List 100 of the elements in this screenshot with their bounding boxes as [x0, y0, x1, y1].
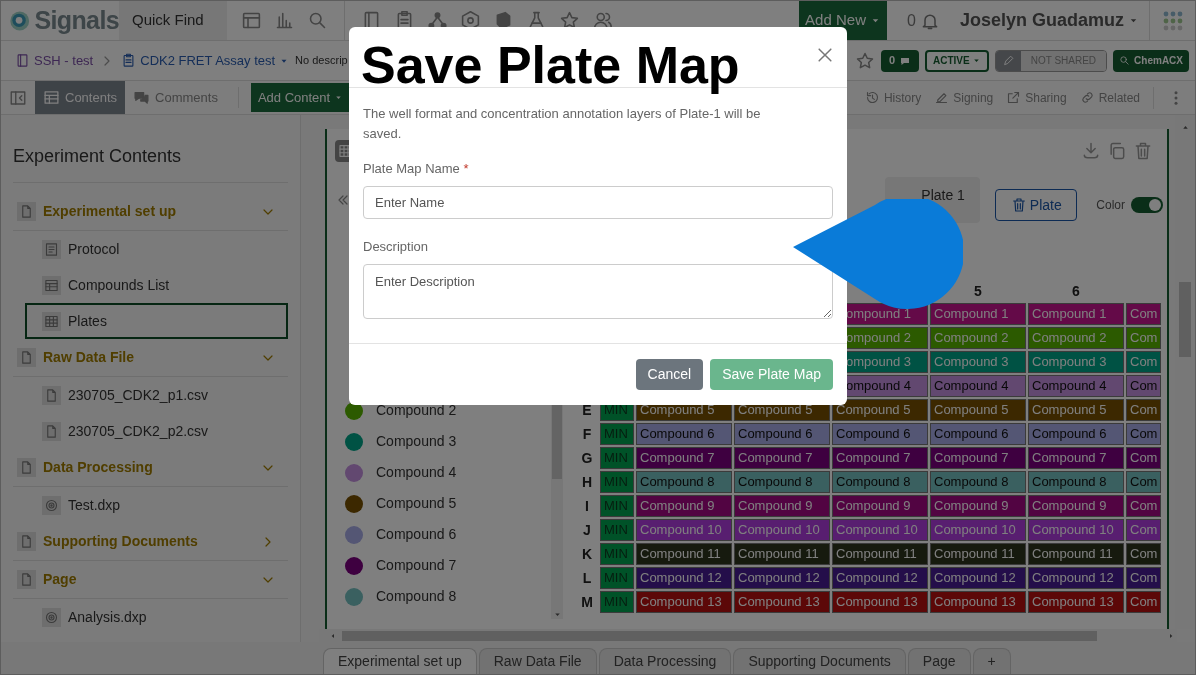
column-header: 6 — [1071, 281, 1081, 301]
row-header: M — [580, 592, 594, 612]
comments-badge[interactable]: 0 — [880, 49, 920, 72]
plate-well: Compound 13 — [832, 591, 928, 613]
plate-well: Compound 9 — [734, 495, 830, 517]
plate-well: Compound 3 — [930, 351, 1026, 373]
sidebar-item[interactable]: 230705_CDK2_p1.csv — [25, 377, 288, 413]
sidebar-item[interactable]: 230705_CDK2_p2.csv — [25, 413, 288, 449]
plate-well: Compound 6 — [832, 423, 928, 445]
plate-well: Com — [1126, 495, 1161, 517]
plate-well: Compound 12 — [734, 567, 830, 589]
plate-well: Compound 5 — [1028, 399, 1124, 421]
plate-well: Compound 10 — [636, 519, 732, 541]
row-header: F — [581, 424, 593, 444]
add-content-button[interactable]: Add Content — [250, 83, 351, 112]
toggle-label: Color — [1096, 197, 1125, 214]
status-dropdown[interactable]: ACTIVE — [925, 49, 989, 72]
name-field[interactable]: Enter Name — [363, 185, 833, 219]
plate-well: Com — [1126, 543, 1161, 565]
user-menu[interactable]: Joselyn Guadamuz — [959, 1, 1149, 40]
plate-well: Compound 1 — [930, 303, 1026, 325]
description-text: No descrip — [295, 53, 348, 69]
cancel-button[interactable]: Cancel — [635, 359, 704, 390]
sheet-tab[interactable]: Data Processing — [598, 648, 732, 674]
section-header[interactable]: Data Processing — [13, 449, 288, 487]
plate-well: Compound 8 — [930, 471, 1026, 493]
plate-well: Compound 7 — [832, 447, 928, 469]
sidebar-title: Experiment Contents — [13, 115, 288, 183]
plate-well: Compound 12 — [930, 567, 1026, 589]
section-header[interactable]: Raw Data File — [13, 339, 288, 377]
row-header: K — [580, 544, 594, 564]
plate-well: Com — [1126, 303, 1161, 325]
plate-well: Compound 13 — [636, 591, 732, 613]
toolbar-action[interactable]: Signing — [934, 88, 994, 107]
plate-well: Com — [1126, 351, 1161, 373]
delete-plate-button[interactable]: Plate — [995, 189, 1078, 221]
sheet-tab[interactable]: + — [972, 648, 1011, 674]
plate-well: Compound 10 — [734, 519, 830, 541]
plate-well: Compound 7 — [734, 447, 830, 469]
sheet-tab[interactable]: Raw Data File — [478, 648, 597, 674]
plate-well: Compound 13 — [930, 591, 1026, 613]
plate-well: Compound 6 — [734, 423, 830, 445]
toolbar-action[interactable]: History — [864, 88, 922, 107]
plate-well: Com — [1126, 471, 1161, 493]
legend-label: Compound 3 — [376, 432, 457, 451]
sidebar-item[interactable]: Compounds List — [25, 267, 288, 303]
plate-well: Compound 8 — [636, 471, 732, 493]
plate-well: Compound 6 — [930, 423, 1026, 445]
row-header: H — [580, 472, 594, 492]
legend-label: Compound 4 — [376, 463, 457, 482]
quick-find-button[interactable]: Quick Find — [119, 1, 227, 40]
plate-well: Compound 10 — [832, 519, 928, 541]
plate-well: Compound 13 — [734, 591, 830, 613]
toolbar-action[interactable]: Sharing — [1006, 88, 1067, 107]
legend-label: Compound 7 — [376, 556, 457, 575]
plate-well: Compound 11 — [930, 543, 1026, 565]
chemacx-button[interactable]: ChemACX — [1113, 49, 1189, 72]
sheet-tab[interactable]: Experimental set up — [323, 648, 477, 674]
toolbar-action[interactable]: Related — [1079, 88, 1140, 107]
row-header: J — [582, 520, 592, 540]
plate-well: Compound 4 — [930, 375, 1026, 397]
plate-well: Compound 2 — [930, 327, 1026, 349]
section-header[interactable]: Page — [13, 561, 288, 599]
sheet-tab[interactable]: Page — [907, 648, 971, 674]
plate-well: Compound 2 — [1028, 327, 1124, 349]
toolbar-tab[interactable]: Comments — [125, 81, 226, 114]
row-header: L — [581, 568, 593, 588]
plate-well: Compound 10 — [930, 519, 1026, 541]
experiment-dropdown[interactable]: CDK2 FRET Assay test — [140, 50, 290, 71]
column-header: 5 — [973, 281, 983, 301]
toolbar-tab[interactable]: Contents — [35, 81, 126, 114]
row-header: G — [580, 448, 594, 468]
plate-well: Com — [1126, 519, 1161, 541]
plate-well: Com — [1126, 567, 1161, 589]
sidebar-item[interactable]: Plates — [25, 303, 288, 339]
plate-well: Compound 1 — [1028, 303, 1124, 325]
plate-well: Com — [1126, 327, 1161, 349]
sidebar-item[interactable]: Protocol — [25, 231, 288, 267]
plate-well: Compound 8 — [832, 471, 928, 493]
sidebar-item[interactable]: Analysis.dxp — [25, 599, 288, 635]
row-header: I — [584, 496, 590, 516]
plate-well: Com — [1126, 423, 1161, 445]
sidebar-item[interactable]: Test.dxp — [25, 487, 288, 523]
plate-well: Compound 6 — [1028, 423, 1124, 445]
legend-label: Compound 5 — [376, 494, 457, 513]
plate-well: Com — [1126, 399, 1161, 421]
section-header[interactable]: Supporting Documents — [13, 523, 288, 561]
plate-well: Compound 8 — [734, 471, 830, 493]
notification-count: 0 — [907, 10, 916, 31]
legend-label: Compound 2 — [376, 401, 457, 420]
plate-well: Compound 12 — [636, 567, 732, 589]
plate-well: Compound 12 — [832, 567, 928, 589]
plate-well: Compound 9 — [636, 495, 732, 517]
sheet-tab[interactable]: Supporting Documents — [733, 648, 906, 674]
plate-well: Com — [1126, 447, 1161, 469]
plate-well: Compound 6 — [636, 423, 732, 445]
plate-well: Compound 9 — [1028, 495, 1124, 517]
plate-well: Com — [1126, 591, 1161, 613]
section-header[interactable]: Experimental set up — [13, 193, 288, 231]
notebook-link[interactable]: SSH - test — [34, 50, 94, 71]
